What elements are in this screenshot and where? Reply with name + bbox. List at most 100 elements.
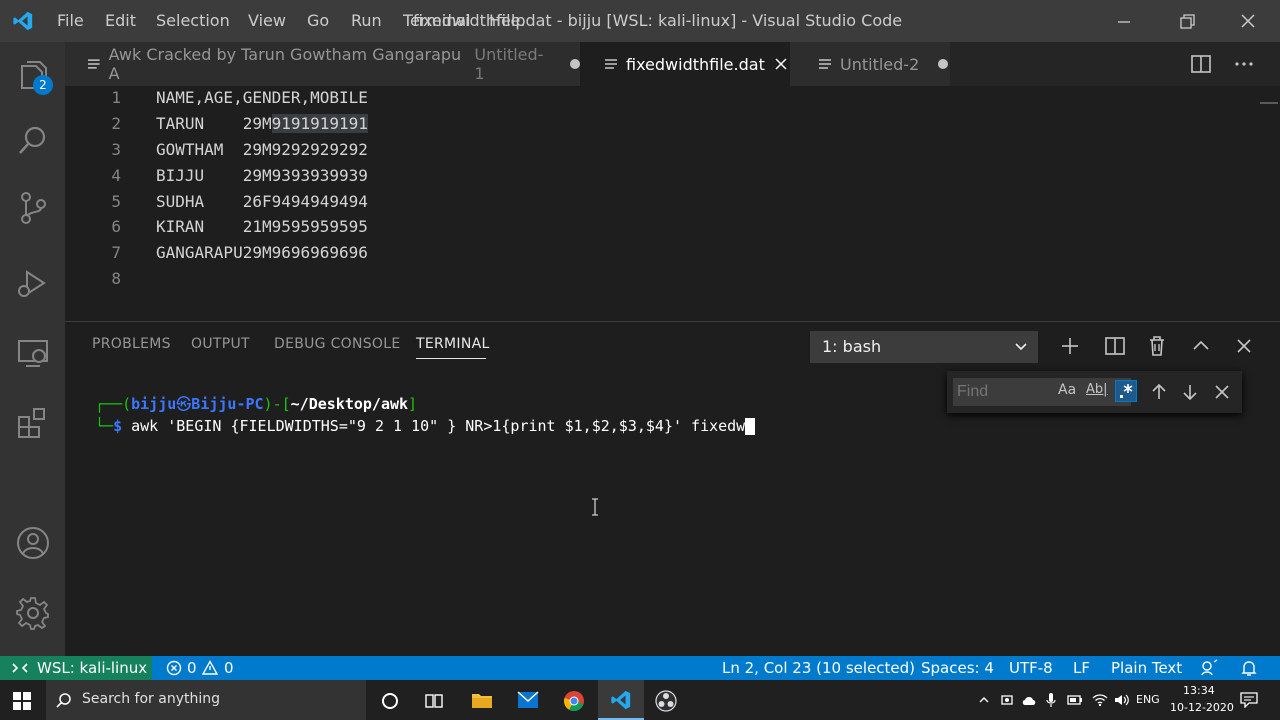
cortana-icon[interactable]	[380, 691, 400, 711]
run-debug-icon[interactable]	[14, 264, 52, 302]
tab-debug-console[interactable]: DEBUG CONSOLE	[274, 336, 401, 352]
settings-gear-icon[interactable]	[14, 594, 52, 632]
remote-icon	[12, 663, 28, 673]
tab-output[interactable]: OUTPUT	[191, 336, 250, 352]
maximize-panel-chevron-up-icon[interactable]	[1189, 334, 1213, 358]
next-match-arrow-down-icon[interactable]	[1180, 382, 1200, 402]
close-panel-icon[interactable]	[1232, 334, 1256, 358]
line-number: 4	[111, 166, 121, 185]
terminal-command-line[interactable]: └─$ awk 'BEGIN {FIELDWIDTHS="9 2 1 10" }…	[95, 417, 756, 435]
notifications-bell-icon[interactable]	[1240, 659, 1258, 677]
terminal-select-value: 1: bash	[822, 337, 882, 356]
tab-untitled-1[interactable]: Awk Cracked by Tarun Gowtham Gangarapu A…	[65, 42, 581, 86]
volume-icon[interactable]	[1114, 693, 1130, 707]
code-line: 5 SUDHA 26F9494949494	[65, 192, 1255, 218]
line-text[interactable]: GANGARAPU29M9696969696	[156, 243, 368, 262]
remote-label: WSL: kali-linux	[37, 659, 148, 677]
battery-icon[interactable]	[1067, 693, 1083, 707]
indentation[interactable]: Spaces: 4	[921, 659, 994, 677]
tab-fixedwidthfile[interactable]: fixedwidthfile.dat	[580, 42, 790, 86]
prompt-user: bijju	[131, 395, 177, 413]
prompt-path: ~/Desktop/awk	[290, 395, 409, 413]
tab-problems[interactable]: PROBLEMS	[92, 336, 171, 352]
line-text[interactable]: KIRAN 21M9595959595	[156, 217, 368, 236]
code-line: 3 GOWTHAM 29M9292929292	[65, 140, 1255, 166]
close-tab-icon[interactable]	[774, 57, 788, 71]
taskbar-search[interactable]: Search for anything	[46, 680, 366, 720]
status-bar: WSL: kali-linux 0 0 Ln 2, Col 23 (10 sel…	[0, 656, 1280, 680]
whole-word-toggle[interactable]: Ab|	[1086, 382, 1108, 397]
line-text[interactable]: BIJJU 29M9393939939	[156, 166, 368, 185]
window-title: fixedwidthfile.dat - bijju [WSL: kali-li…	[412, 11, 903, 30]
tab-untitled-2[interactable]: Untitled-2	[790, 42, 950, 86]
line-text[interactable]: TARUN 29M9191919191	[156, 114, 368, 133]
microphone-icon[interactable]	[1046, 692, 1056, 708]
line-text[interactable]: GOWTHAM 29M9292929292	[156, 140, 368, 159]
warning-icon[interactable]	[202, 660, 218, 676]
close-find-icon[interactable]	[1212, 382, 1232, 402]
code-editor[interactable]: 1 NAME,AGE,GENDER,MOBILE 2 TARUN 29M919191…	[65, 86, 1280, 320]
chrome-icon[interactable]	[563, 690, 585, 712]
more-actions-icon[interactable]	[1233, 54, 1255, 74]
tray-chevron-up-icon[interactable]	[978, 694, 990, 706]
feedback-icon[interactable]	[1200, 659, 1218, 677]
chevron-down-icon	[1015, 343, 1027, 351]
activity-bar: 2	[0, 42, 65, 656]
restore-icon[interactable]	[1173, 8, 1201, 36]
source-control-icon[interactable]	[14, 189, 52, 227]
prompt-dollar: $	[113, 417, 123, 435]
match-case-toggle[interactable]: Aa	[1058, 382, 1076, 398]
modified-dot-icon[interactable]	[570, 59, 581, 69]
remote-explorer-icon[interactable]	[14, 334, 52, 372]
extensions-icon[interactable]	[14, 404, 52, 442]
error-count[interactable]: 0	[187, 659, 197, 677]
trash-icon[interactable]	[1145, 334, 1169, 358]
line-text-unselected: TARUN 29M	[156, 114, 272, 133]
line-text[interactable]: SUDHA 26F9494949494	[156, 192, 368, 211]
action-center-icon[interactable]	[1240, 692, 1258, 708]
previous-match-arrow-up-icon[interactable]	[1149, 382, 1169, 402]
regex-toggle[interactable]	[1115, 380, 1137, 402]
close-window-icon[interactable]	[1234, 8, 1262, 36]
code-line: 2 TARUN 29M9191919191	[65, 114, 1255, 140]
plain-text-file-icon	[605, 59, 617, 69]
prompt-arrow: └─	[95, 417, 114, 435]
text-cursor-ibeam-icon	[592, 498, 598, 516]
clock-time[interactable]: 13:34	[1183, 684, 1215, 697]
warning-count[interactable]: 0	[224, 659, 234, 677]
code-line: 4 BIJJU 29M9393939939	[65, 166, 1255, 192]
code-line: 7 GANGARAPU29M9696969696	[65, 243, 1255, 269]
tray-app-icon[interactable]	[1000, 693, 1014, 707]
tab-label: Untitled-2	[840, 54, 920, 74]
clock-date[interactable]: 10-12-2020	[1170, 701, 1234, 714]
error-icon[interactable]	[166, 660, 182, 676]
language-mode[interactable]: Plain Text	[1111, 659, 1182, 677]
prompt-sep: )-[	[263, 395, 291, 413]
onedrive-cloud-icon[interactable]	[1021, 694, 1037, 706]
split-terminal-icon[interactable]	[1103, 334, 1127, 358]
accounts-icon[interactable]	[14, 524, 52, 562]
scm-badge: 2	[33, 75, 53, 95]
split-editor-icon[interactable]	[1190, 54, 1212, 74]
remote-indicator[interactable]: WSL: kali-linux	[0, 656, 152, 680]
wifi-icon[interactable]	[1092, 693, 1108, 707]
mail-icon[interactable]	[517, 691, 539, 709]
terminal-cursor	[745, 418, 756, 435]
obs-icon[interactable]	[655, 690, 677, 712]
taskbar-vscode-active[interactable]	[598, 680, 644, 720]
search-icon[interactable]	[14, 122, 52, 160]
tab-terminal[interactable]: TERMINAL	[416, 336, 490, 352]
terminal-select[interactable]: 1: bash	[810, 331, 1038, 363]
selection-highlight: 9191919191	[271, 114, 368, 133]
modified-dot-icon[interactable]	[938, 59, 949, 69]
input-language[interactable]: ENG	[1136, 693, 1160, 706]
new-terminal-plus-icon[interactable]	[1058, 334, 1082, 358]
minimize-icon[interactable]	[1110, 8, 1138, 36]
windows-start-icon[interactable]	[13, 692, 31, 710]
encoding[interactable]: UTF-8	[1009, 659, 1053, 677]
file-explorer-icon[interactable]	[471, 690, 493, 710]
cursor-position[interactable]: Ln 2, Col 23 (10 selected)	[722, 659, 915, 677]
end-of-line[interactable]: LF	[1073, 659, 1090, 677]
line-text[interactable]: NAME,AGE,GENDER,MOBILE	[156, 88, 368, 107]
task-view-icon[interactable]	[424, 691, 444, 711]
